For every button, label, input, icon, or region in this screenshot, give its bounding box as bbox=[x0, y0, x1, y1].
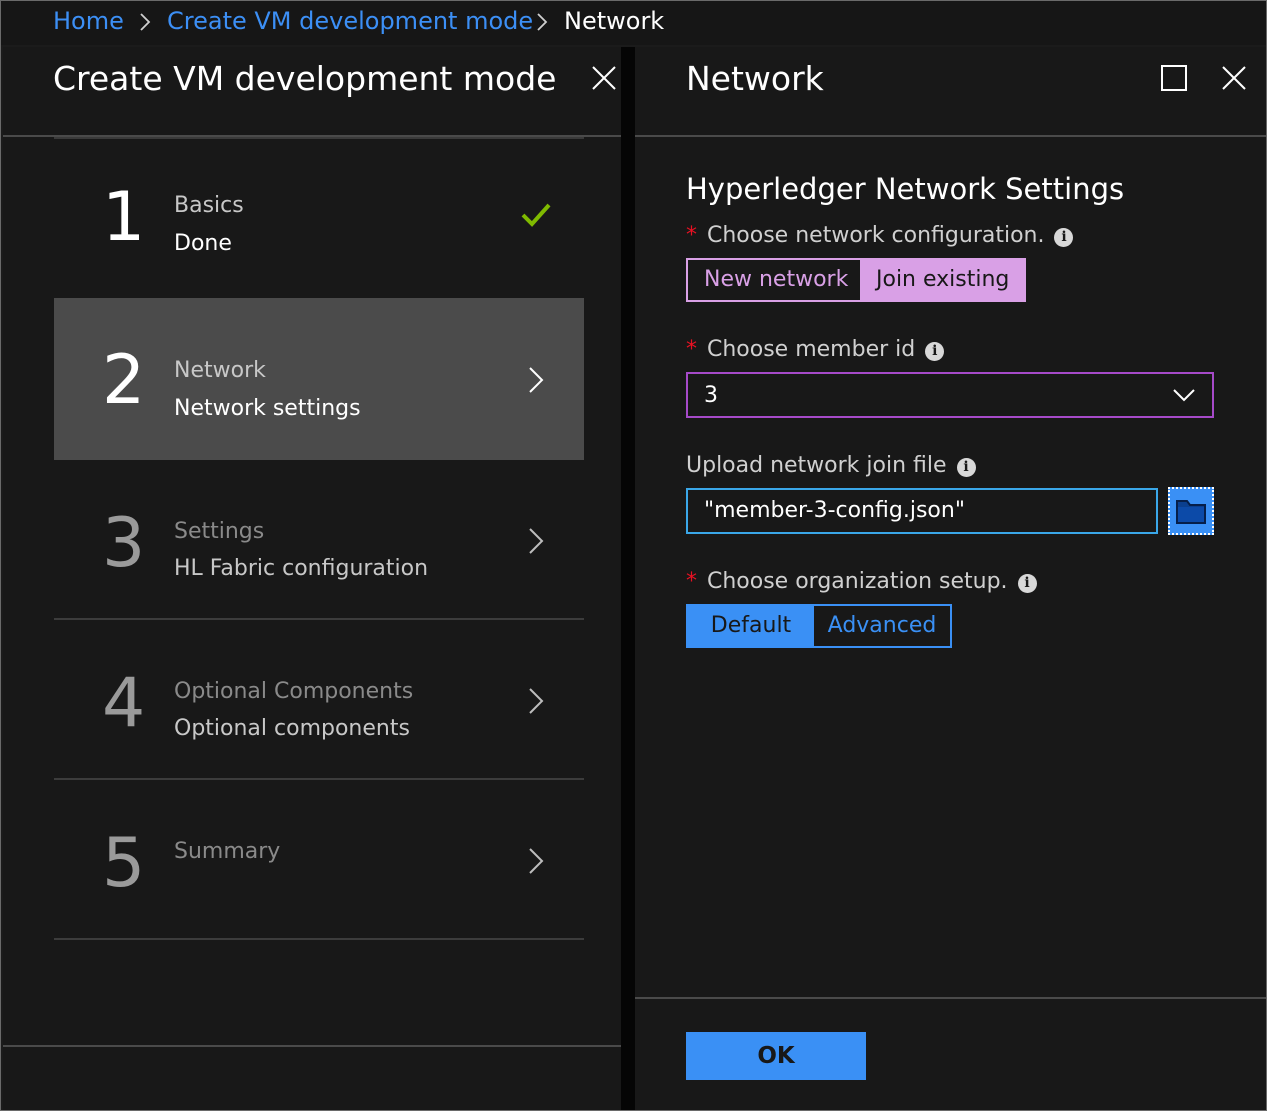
chevron-down-icon bbox=[1173, 389, 1195, 402]
blade-title: Create VM development mode bbox=[53, 59, 557, 98]
divider bbox=[635, 135, 1266, 137]
join-file-label: Upload network join file i bbox=[686, 451, 976, 481]
info-icon[interactable]: i bbox=[1017, 574, 1037, 593]
network-config-toggle: New network Join existing bbox=[686, 258, 1026, 302]
advanced-option[interactable]: Advanced bbox=[814, 606, 950, 646]
footer-divider bbox=[635, 997, 1266, 999]
divider bbox=[54, 938, 584, 940]
step-subtitle: Done bbox=[174, 231, 232, 256]
step-optional-components[interactable]: 4 Optional Components Optional component… bbox=[54, 620, 584, 778]
window-frame: Home Create VM development mode Network … bbox=[0, 0, 1267, 1111]
step-network[interactable]: 2 Network Network settings bbox=[54, 298, 584, 460]
info-icon[interactable]: i bbox=[1054, 228, 1074, 247]
member-id-label: * Choose member id i bbox=[686, 335, 945, 365]
step-title: Basics bbox=[174, 193, 244, 218]
chevron-right-icon bbox=[140, 13, 151, 31]
required-marker: * bbox=[686, 337, 697, 362]
info-icon[interactable]: i bbox=[925, 342, 945, 361]
blade-separator bbox=[621, 47, 635, 1110]
footer-divider bbox=[3, 1045, 621, 1047]
org-setup-toggle: Default Advanced bbox=[686, 604, 952, 648]
step-subtitle: Optional components bbox=[174, 716, 410, 741]
field-label-text: Choose member id bbox=[707, 337, 916, 362]
step-summary[interactable]: 5 Summary bbox=[54, 780, 584, 938]
step-subtitle: HL Fabric configuration bbox=[174, 556, 429, 581]
network-blade: Network Hyperledger Network Settings * Ch… bbox=[635, 47, 1266, 1110]
step-subtitle: Network settings bbox=[174, 396, 361, 421]
chevron-right-icon bbox=[529, 367, 544, 393]
folder-icon bbox=[1176, 500, 1206, 524]
step-number: 2 bbox=[102, 341, 146, 420]
join-existing-option[interactable]: Join existing bbox=[860, 260, 1026, 300]
chevron-right-icon bbox=[529, 528, 544, 554]
breadcrumb-home[interactable]: Home bbox=[53, 5, 124, 37]
field-label-text: Choose network configuration. bbox=[707, 223, 1045, 248]
step-number: 4 bbox=[102, 664, 146, 743]
required-marker: * bbox=[686, 569, 697, 594]
section-title: Hyperledger Network Settings bbox=[686, 172, 1125, 206]
step-title: Settings bbox=[174, 519, 265, 544]
network-config-label: * Choose network configuration. i bbox=[686, 221, 1074, 251]
chevron-right-icon bbox=[529, 688, 544, 714]
new-network-option[interactable]: New network bbox=[688, 260, 860, 300]
member-id-dropdown[interactable]: 3 bbox=[686, 372, 1214, 418]
breadcrumb-create-vm[interactable]: Create VM development mode bbox=[167, 5, 533, 37]
step-number: 3 bbox=[102, 504, 146, 583]
browse-file-button[interactable] bbox=[1168, 487, 1214, 535]
default-option[interactable]: Default bbox=[688, 606, 814, 646]
info-icon[interactable]: i bbox=[956, 458, 976, 477]
join-file-input[interactable]: "member-3-config.json" bbox=[686, 488, 1158, 534]
field-label-text: Upload network join file bbox=[686, 453, 947, 478]
close-icon[interactable] bbox=[1219, 63, 1249, 93]
wizard-blade: Create VM development mode 1 Basics Done… bbox=[3, 47, 621, 1110]
close-icon[interactable] bbox=[589, 63, 619, 93]
breadcrumb: Home Create VM development mode Network bbox=[1, 1, 1266, 45]
blade-title: Network bbox=[686, 59, 824, 98]
step-number: 1 bbox=[102, 178, 146, 257]
step-title: Network bbox=[174, 358, 266, 383]
check-icon bbox=[521, 203, 551, 227]
step-title: Optional Components bbox=[174, 679, 414, 704]
step-basics[interactable]: 1 Basics Done bbox=[54, 139, 584, 297]
ok-button[interactable]: OK bbox=[686, 1032, 866, 1080]
field-label-text: Choose organization setup. bbox=[707, 569, 1008, 594]
step-settings[interactable]: 3 Settings HL Fabric configuration bbox=[54, 460, 584, 618]
step-title: Summary bbox=[174, 839, 281, 864]
maximize-icon[interactable] bbox=[1159, 63, 1189, 93]
chevron-right-icon bbox=[537, 13, 548, 31]
breadcrumb-current: Network bbox=[564, 7, 665, 35]
org-setup-label: * Choose organization setup. i bbox=[686, 567, 1037, 597]
chevron-right-icon bbox=[529, 848, 544, 874]
required-marker: * bbox=[686, 223, 697, 248]
step-number: 5 bbox=[102, 824, 146, 903]
member-id-value: 3 bbox=[704, 383, 718, 408]
